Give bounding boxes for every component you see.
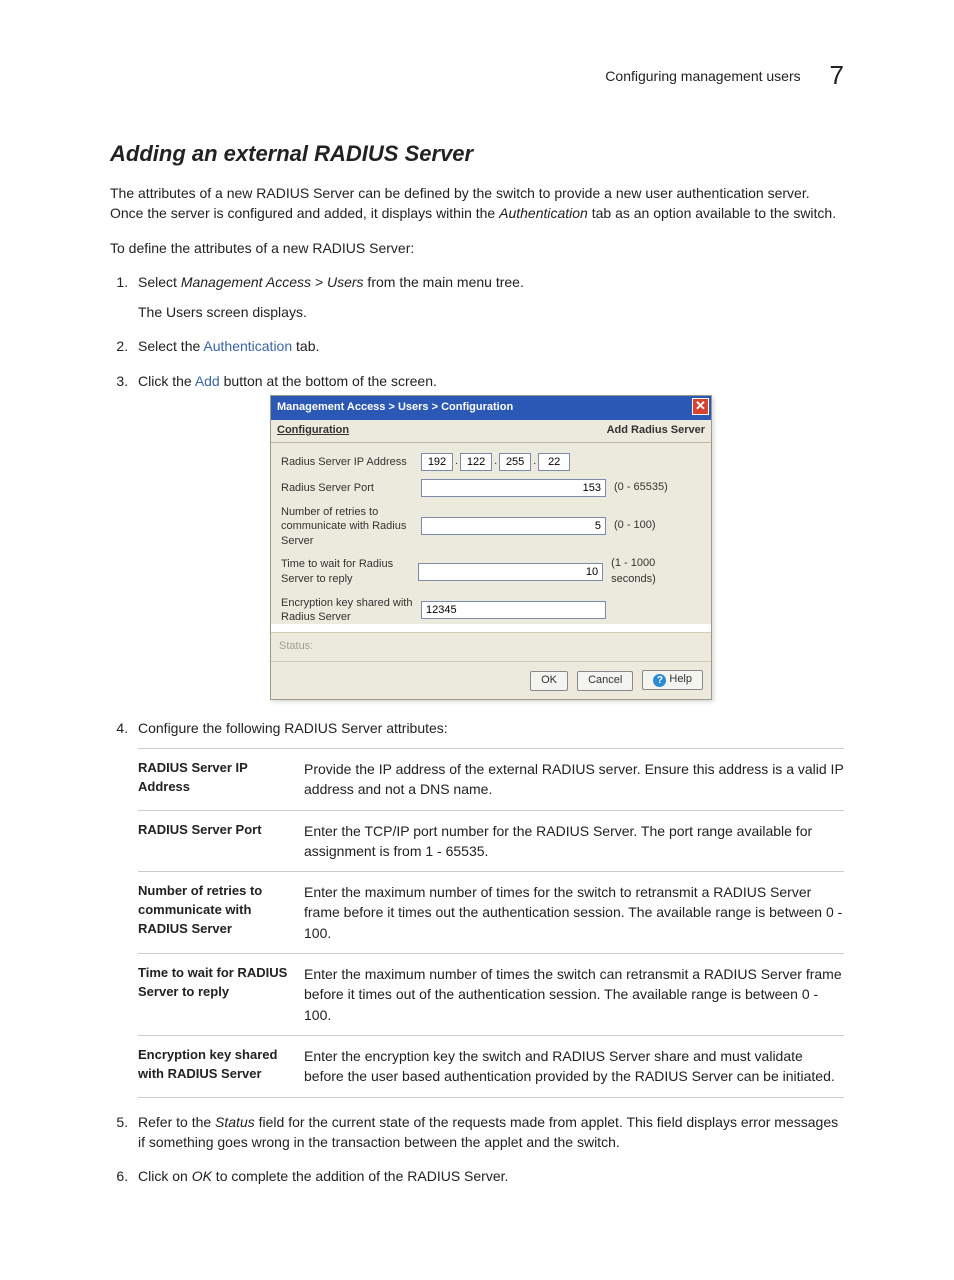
ip-address-field: . . . bbox=[421, 453, 606, 471]
dialog-title: Management Access > Users > Configuratio… bbox=[277, 401, 513, 413]
step-1: Select Management Access > Users from th… bbox=[132, 272, 844, 323]
ip-octet-1-input[interactable] bbox=[421, 453, 453, 471]
attribute-row: Number of retries to communicate with RA… bbox=[138, 872, 844, 954]
retries-hint: (0 - 100) bbox=[614, 518, 656, 534]
step-6: Click on OK to complete the addition of … bbox=[132, 1166, 844, 1186]
ip-octet-2-input[interactable] bbox=[460, 453, 492, 471]
help-icon: ? bbox=[653, 674, 666, 687]
running-title: Configuring management users bbox=[605, 68, 800, 84]
attribute-desc: Enter the maximum number of times the sw… bbox=[304, 964, 844, 1025]
dialog-subheader: Configuration Add Radius Server bbox=[271, 420, 711, 443]
attribute-name: RADIUS Server Port bbox=[138, 821, 304, 862]
help-button[interactable]: ? Help bbox=[642, 670, 703, 690]
port-label: Radius Server Port bbox=[281, 481, 421, 495]
attribute-row: Encryption key shared with RADIUS Server… bbox=[138, 1036, 844, 1098]
attribute-name: Time to wait for RADIUS Server to reply bbox=[138, 964, 304, 1025]
step-5: Refer to the Status field for the curren… bbox=[132, 1112, 844, 1153]
attribute-row: RADIUS Server IP AddressProvide the IP a… bbox=[138, 749, 844, 811]
running-header: Configuring management users 7 bbox=[110, 60, 844, 91]
port-hint: (0 - 65535) bbox=[614, 480, 668, 496]
add-radius-dialog: Management Access > Users > Configuratio… bbox=[270, 395, 712, 700]
step-4: Configure the following RADIUS Server at… bbox=[132, 718, 844, 1098]
attribute-row: RADIUS Server PortEnter the TCP/IP port … bbox=[138, 811, 844, 873]
step-2: Select the Authentication tab. bbox=[132, 336, 844, 356]
step-1-sub: The Users screen displays. bbox=[138, 302, 844, 322]
wait-hint: (1 - 1000 seconds) bbox=[611, 556, 701, 588]
attribute-name: Encryption key shared with RADIUS Server bbox=[138, 1046, 304, 1087]
dialog-status: Status: bbox=[271, 632, 711, 661]
dialog-config-label: Configuration bbox=[277, 423, 349, 439]
attribute-desc: Enter the maximum number of times for th… bbox=[304, 882, 844, 943]
ok-button[interactable]: OK bbox=[530, 671, 568, 691]
chapter-number: 7 bbox=[830, 60, 844, 91]
close-icon[interactable]: ✕ bbox=[692, 398, 709, 415]
intro-paragraph-2: To define the attributes of a new RADIUS… bbox=[110, 238, 844, 258]
dialog-titlebar: Management Access > Users > Configuratio… bbox=[271, 396, 711, 420]
attribute-desc: Enter the TCP/IP port number for the RAD… bbox=[304, 821, 844, 862]
attribute-desc: Enter the encryption key the switch and … bbox=[304, 1046, 844, 1087]
wait-label: Time to wait for Radius Server to reply bbox=[281, 557, 418, 586]
ip-address-label: Radius Server IP Address bbox=[281, 455, 421, 469]
section-title: Adding an external RADIUS Server bbox=[110, 141, 844, 167]
key-input[interactable] bbox=[421, 601, 606, 619]
step-3: Click the Add button at the bottom of th… bbox=[132, 371, 844, 700]
dialog-footer: OK Cancel ? Help bbox=[271, 661, 711, 698]
retries-input[interactable] bbox=[421, 517, 606, 535]
cancel-button[interactable]: Cancel bbox=[577, 671, 633, 691]
ip-octet-4-input[interactable] bbox=[538, 453, 570, 471]
attribute-row: Time to wait for RADIUS Server to replyE… bbox=[138, 954, 844, 1036]
attribute-desc: Provide the IP address of the external R… bbox=[304, 759, 844, 800]
ip-octet-3-input[interactable] bbox=[499, 453, 531, 471]
intro-paragraph-1: The attributes of a new RADIUS Server ca… bbox=[110, 183, 844, 224]
port-input[interactable] bbox=[421, 479, 606, 497]
wait-input[interactable] bbox=[418, 563, 603, 581]
attribute-name: Number of retries to communicate with RA… bbox=[138, 882, 304, 943]
add-button-ref: Add bbox=[195, 373, 220, 389]
key-label: Encryption key shared with Radius Server bbox=[281, 596, 421, 625]
attribute-name: RADIUS Server IP Address bbox=[138, 759, 304, 800]
authentication-tab-ref: Authentication bbox=[203, 338, 292, 354]
retries-label: Number of retries to communicate with Ra… bbox=[281, 505, 421, 548]
steps-list: Select Management Access > Users from th… bbox=[110, 272, 844, 1187]
dialog-section-label: Add Radius Server bbox=[607, 423, 705, 439]
